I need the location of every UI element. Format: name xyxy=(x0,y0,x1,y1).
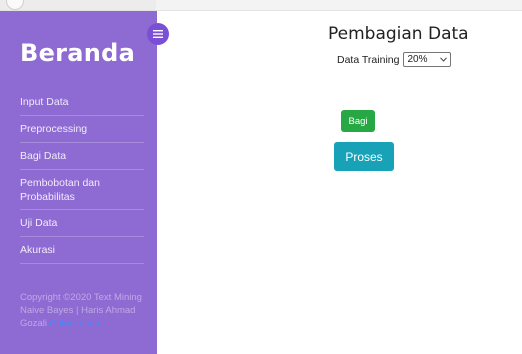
training-select[interactable]: 20% xyxy=(403,52,452,67)
hamburger-menu-icon xyxy=(153,30,163,38)
copyright-footer: Copyright ©2020 Text Mining Naive Bayes … xyxy=(20,291,144,330)
sidebar-item-input-data[interactable]: Input Data xyxy=(20,89,144,116)
sidebar-menu: Input Data Preprocessing Bagi Data Pembo… xyxy=(20,89,144,264)
sidebar: Beranda Input Data Preprocessing Bagi Da… xyxy=(0,11,157,354)
sidebar-item-pembobotan[interactable]: Pembobotan dan Probabilitas xyxy=(20,170,144,210)
sidebar-brand[interactable]: Beranda xyxy=(20,39,135,67)
sidebar-toggle-button[interactable] xyxy=(147,23,169,45)
page-title: Pembagian Data xyxy=(328,24,469,44)
training-select-value: 20% xyxy=(407,54,428,65)
sidebar-item-uji-data[interactable]: Uji Data xyxy=(20,210,144,237)
chevron-down-icon xyxy=(440,57,448,62)
sidebar-item-akurasi[interactable]: Akurasi xyxy=(20,237,144,264)
sidebar-item-bagi-data[interactable]: Bagi Data xyxy=(20,143,144,170)
bagi-button[interactable]: Bagi xyxy=(341,110,375,132)
proses-button[interactable]: Proses xyxy=(334,142,394,171)
sidebar-item-preprocessing[interactable]: Preprocessing xyxy=(20,116,144,143)
colorlib-link[interactable]: Colorlib.com xyxy=(50,318,103,329)
browser-top-bar xyxy=(0,0,522,11)
training-row: Data Training 20% xyxy=(337,52,452,67)
training-label: Data Training xyxy=(337,53,400,66)
